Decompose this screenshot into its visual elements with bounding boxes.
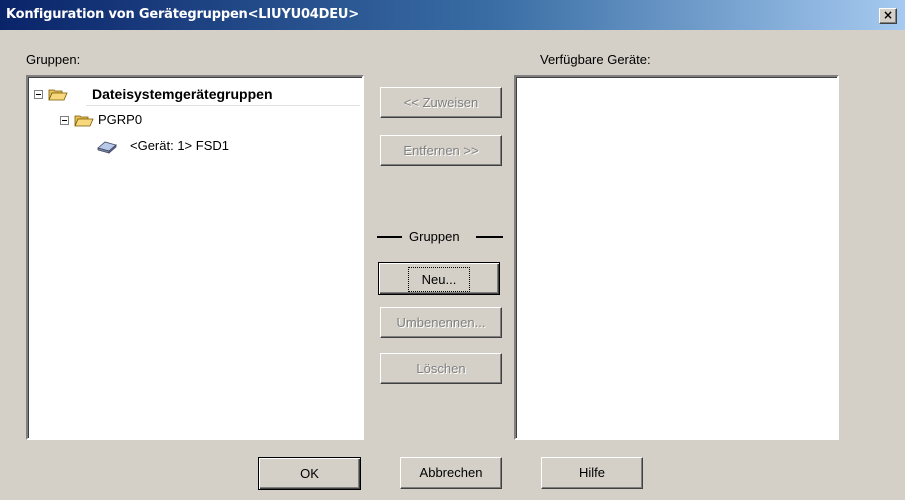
collapse-icon[interactable]: [34, 90, 43, 99]
rename-button[interactable]: Umbenennen...: [380, 307, 502, 338]
available-devices-list[interactable]: [514, 75, 839, 440]
group-separator-right: [476, 236, 503, 238]
tree-group-label: PGRP0: [98, 112, 143, 127]
tree-separator: [86, 105, 360, 106]
window-title: Konfiguration von Gerätegruppen<LIUYU04D…: [6, 7, 359, 22]
groups-tree[interactable]: Dateisystemgerätegruppen PGRP0 <Gerät: 1…: [26, 75, 364, 440]
disk-drive-icon: [97, 141, 117, 154]
folder-open-icon: [74, 115, 94, 127]
gruppen-section-label: Gruppen: [409, 229, 460, 244]
help-button[interactable]: Hilfe: [541, 457, 643, 489]
close-button[interactable]: ×: [879, 8, 897, 24]
assign-button[interactable]: << Zuweisen: [380, 87, 502, 118]
remove-button[interactable]: Entfernen >>: [380, 135, 502, 166]
new-group-button[interactable]: Neu...: [378, 262, 500, 295]
group-separator-left: [377, 236, 402, 238]
tree-device-label: <Gerät: 1> FSD1: [130, 138, 229, 153]
gruppen-label: Gruppen:: [26, 52, 81, 67]
title-bar: Konfiguration von Gerätegruppen<LIUYU04D…: [0, 0, 905, 30]
ok-button[interactable]: OK: [258, 457, 361, 490]
cancel-button[interactable]: Abbrechen: [400, 457, 502, 489]
tree-root-label: Dateisystemgerätegruppen: [92, 86, 273, 102]
verfuegbare-geraete-label: Verfügbare Geräte:: [540, 52, 651, 67]
delete-button[interactable]: Löschen: [380, 353, 502, 384]
collapse-icon[interactable]: [60, 116, 69, 125]
folder-open-icon: [48, 89, 68, 101]
